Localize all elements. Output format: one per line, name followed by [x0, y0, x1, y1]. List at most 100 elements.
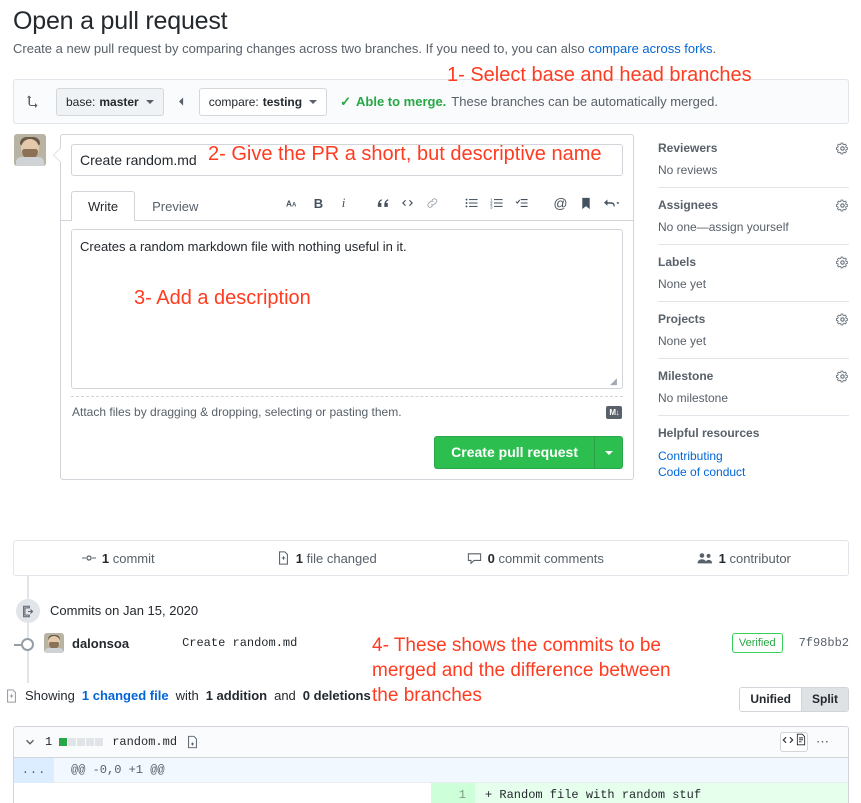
- stat-contributors-count: 1: [718, 550, 726, 566]
- compare-branch-selector[interactable]: compare: testing: [198, 87, 328, 116]
- bold-icon[interactable]: B: [306, 193, 331, 213]
- kebab-icon[interactable]: ⋯: [808, 734, 838, 750]
- sidebar-section-milestone: Milestone No milestone: [658, 369, 849, 416]
- sidebar-header: Assignees: [658, 198, 849, 212]
- commit-node-icon: [14, 638, 34, 651]
- chevron-down-icon: [309, 99, 318, 104]
- diff-stat-blocks: [59, 738, 104, 746]
- sidebar-title-labels: Labels: [658, 255, 697, 269]
- file-diff: 1 random.md ⋯ ... @@ -0,0 +1 @@ 1 + Rand…: [13, 726, 849, 803]
- sidebar-value-assignees[interactable]: No one—assign yourself: [658, 220, 849, 234]
- italic-icon[interactable]: i: [331, 193, 356, 213]
- page-subtitle: Create a new pull request by comparing c…: [13, 41, 861, 56]
- unified-view-button[interactable]: Unified: [740, 688, 801, 711]
- diff-pane-left: [14, 783, 431, 803]
- attach-files-bar: Attach files by dragging & dropping, sel…: [71, 396, 623, 428]
- create-pull-request-dropdown[interactable]: [594, 437, 622, 468]
- base-branch-selector[interactable]: base: master: [56, 87, 164, 116]
- view-source-icon[interactable]: [781, 733, 795, 751]
- create-pull-request-button[interactable]: Create pull request: [435, 437, 594, 468]
- gear-icon[interactable]: [836, 142, 849, 155]
- create-pull-request-button-group[interactable]: Create pull request: [434, 436, 623, 469]
- heading-icon[interactable]: AA: [281, 193, 306, 213]
- attach-files-text: Attach files by dragging & dropping, sel…: [72, 405, 402, 419]
- unordered-list-icon[interactable]: [459, 193, 484, 213]
- markdown-badge[interactable]: M↓: [606, 405, 622, 419]
- diff-filename[interactable]: random.md: [112, 735, 177, 749]
- sidebar-header: Labels: [658, 255, 849, 269]
- pr-stats-bar: 1 commit 1 file changed 0 commit comment…: [13, 540, 849, 576]
- ordered-list-icon[interactable]: 123: [484, 193, 509, 213]
- commit-message[interactable]: Create random.md: [182, 636, 297, 650]
- sidebar-header: Milestone: [658, 369, 849, 383]
- gear-icon[interactable]: [836, 199, 849, 212]
- commit-author-name[interactable]: dalonsoa: [72, 636, 129, 651]
- gear-icon[interactable]: [836, 370, 849, 383]
- diff-block-empty: [95, 738, 104, 746]
- mention-icon[interactable]: @: [548, 193, 573, 213]
- sidebar-title-helpful-resources: Helpful resources: [658, 426, 760, 440]
- changed-files-link[interactable]: 1 changed file: [82, 688, 169, 703]
- gear-icon[interactable]: [836, 313, 849, 326]
- pr-sidebar: Reviewers No reviews Assignees No one—as…: [658, 141, 849, 500]
- commit-sha[interactable]: 7f98bb2: [799, 636, 849, 650]
- split-view-button[interactable]: Split: [801, 688, 848, 711]
- compare-branch-name: testing: [262, 94, 303, 109]
- diff-line-number-right: 1: [431, 783, 475, 803]
- tab-preview[interactable]: Preview: [135, 191, 215, 221]
- tab-write[interactable]: Write: [71, 191, 136, 221]
- verified-badge[interactable]: Verified: [731, 633, 783, 653]
- base-branch-prefix: base:: [66, 94, 96, 109]
- sidebar-value-milestone: No milestone: [658, 391, 729, 405]
- base-branch-name: master: [99, 94, 139, 109]
- svg-text:A: A: [292, 202, 297, 208]
- sidebar-section-assignees: Assignees No one—assign yourself: [658, 198, 849, 245]
- sidebar-title-assignees: Assignees: [658, 198, 719, 212]
- editor-tabbar: Write Preview AA B i 1 2 3 @: [61, 186, 633, 221]
- sidebar-header: Projects: [658, 312, 849, 326]
- compare-branch-prefix: compare:: [208, 94, 259, 109]
- merge-status-detail: These branches can be automatically merg…: [451, 94, 718, 109]
- contributing-link[interactable]: Contributing: [658, 448, 849, 464]
- markdown-toolbar: AA B i 1 2 3 @: [281, 193, 623, 220]
- stat-commits[interactable]: 1 commit: [14, 541, 223, 575]
- comment-icon: [467, 551, 482, 565]
- stat-files-count: 1: [295, 550, 303, 566]
- annotation-4: 4- These shows the commits to be merged …: [372, 635, 671, 707]
- resize-grip[interactable]: ◢: [610, 377, 620, 387]
- diff-line: 1 + Random file with random stuf: [14, 783, 848, 803]
- sidebar-value-labels: None yet: [658, 277, 707, 291]
- diff-summary: Showing 1 changed file with 1 addition a…: [5, 688, 381, 703]
- code-icon[interactable]: [395, 193, 420, 213]
- diff-summary-mid: with: [175, 688, 199, 703]
- arrow-left-icon: [175, 95, 188, 108]
- merge-status-headline: Able to merge.: [356, 94, 447, 109]
- diff-block-empty: [86, 738, 95, 746]
- view-file-icon[interactable]: [795, 733, 807, 751]
- diff-view-toggle: Unified Split: [739, 687, 849, 712]
- compare-across-forks-link[interactable]: compare across forks: [588, 41, 712, 56]
- sidebar-title-milestone: Milestone: [658, 369, 714, 383]
- expand-hunk-button[interactable]: ...: [14, 757, 54, 783]
- stat-commits-count: 1: [101, 550, 110, 566]
- code-of-conduct-link[interactable]: Code of conduct: [658, 464, 849, 480]
- saved-reply-icon[interactable]: [573, 193, 598, 213]
- reply-icon[interactable]: [598, 193, 623, 213]
- subtitle-text-pre: Create a new pull request by comparing c…: [13, 41, 589, 56]
- quote-icon[interactable]: [370, 193, 395, 213]
- task-list-icon[interactable]: [509, 193, 534, 213]
- stat-commit-comments[interactable]: 0 commit comments: [431, 541, 640, 575]
- stat-contributors[interactable]: 1 contributor: [640, 541, 849, 575]
- chevron-down-icon: [145, 99, 154, 104]
- gear-icon[interactable]: [836, 256, 849, 269]
- stat-files-changed[interactable]: 1 file changed: [223, 541, 432, 575]
- annotation-3: 3- Add a description: [134, 287, 311, 309]
- stat-commits-label: commit: [112, 550, 155, 566]
- copy-path-icon[interactable]: [186, 735, 199, 749]
- diff-deletions: 0 deletions: [302, 688, 371, 703]
- chevron-down-icon: [604, 450, 613, 455]
- link-icon[interactable]: [420, 193, 445, 213]
- diff-change-count: 1: [45, 735, 53, 749]
- chevron-down-icon[interactable]: [24, 736, 36, 748]
- svg-text:3: 3: [490, 204, 493, 209]
